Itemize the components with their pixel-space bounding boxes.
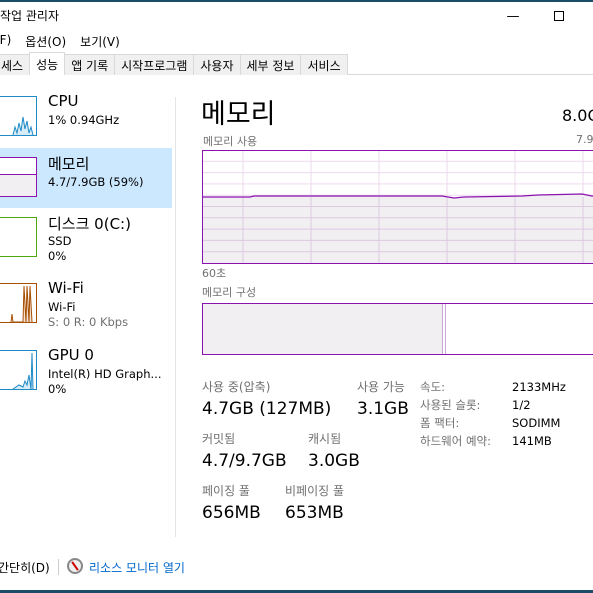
paged-pool-value: 656MB [202, 503, 261, 523]
menu-view[interactable]: 보기(V) [80, 33, 120, 50]
committed-label: 커밋됨 [202, 432, 236, 446]
menu-options[interactable]: 옵션(O) [25, 33, 66, 50]
nonpaged-pool-value: 653MB [285, 503, 344, 523]
sidebar-item-gpu[interactable]: GPU 0 Intel(R) HD Graph... 0% [0, 346, 172, 406]
open-resource-monitor-link[interactable]: 리소스 모니터 열기 [89, 559, 185, 576]
sidebar-wifi-throughput: S: 0 R: 0 Kbps [48, 315, 129, 329]
minimize-button[interactable]: — [490, 2, 536, 30]
footer-separator [58, 559, 59, 575]
menu-bar: (F) 옵션(O) 보기(V) [0, 33, 120, 50]
window-title: 작업 관리자 [0, 9, 60, 23]
composition-label: 메모리 구성 [202, 286, 257, 299]
sidebar-disk-usage: 0% [48, 249, 67, 263]
fewer-details-button[interactable]: 간단히(D) [0, 559, 50, 576]
memory-total: 8.0G [562, 106, 593, 125]
tab-details[interactable]: 세부 정보 [239, 54, 302, 75]
memory-details: 속도: 2133MHz 사용된 슬롯: 1/2 폼 팩터: SODIMM 하드웨어 예… [420, 378, 566, 450]
sidebar-gpu-usage: 0% [48, 382, 67, 396]
sidebar-gpu-name: GPU 0 [48, 346, 94, 364]
sidebar-item-wifi[interactable]: Wi-Fi Wi-Fi S: 0 R: 0 Kbps [0, 279, 172, 339]
gpu-thumbnail-graph [0, 350, 37, 390]
in-use-label: 사용 중(압축) [202, 380, 271, 394]
graph-time-label: 60초 [202, 267, 227, 280]
speed-value: 2133MHz [512, 380, 566, 394]
disk-thumbnail-graph [0, 217, 37, 257]
usage-graph-label: 메모리 사용 [203, 135, 258, 148]
available-value: 3.1GB [357, 399, 409, 419]
cached-value: 3.0GB [308, 451, 360, 471]
sidebar-disk-type: SSD [48, 234, 72, 248]
committed-value: 4.7/9.7GB [202, 451, 287, 471]
sidebar-cpu-usage: 1% 0.94GHz [48, 113, 120, 127]
sidebar-item-disk[interactable]: 디스크 0(C:) SSD 0% [0, 213, 172, 273]
sidebar-memory-name: 메모리 [48, 155, 90, 173]
maximize-icon [554, 11, 564, 21]
tab-processes[interactable]: 세스 [0, 54, 31, 75]
speed-label: 속도: [420, 380, 446, 394]
composition-modified[interactable] [445, 304, 446, 354]
tab-performance[interactable]: 성능 [29, 52, 66, 75]
menu-file[interactable]: (F) [0, 33, 11, 50]
slots-value: 1/2 [512, 398, 531, 412]
tab-startup[interactable]: 시작프로그램 [114, 54, 195, 75]
sidebar-wifi-name: Wi-Fi [48, 279, 84, 297]
page-title: 메모리 [201, 99, 276, 130]
cached-label: 캐시됨 [308, 432, 342, 446]
wifi-thumbnail-graph [0, 283, 37, 323]
form-factor-label: 폼 팩터: [420, 416, 460, 430]
sidebar-divider [175, 97, 176, 537]
cpu-thumbnail-graph [0, 96, 37, 136]
resource-monitor-icon [67, 558, 83, 574]
memory-composition-bar [202, 303, 593, 355]
sidebar-cpu-name: CPU [48, 92, 79, 110]
minimize-icon: — [506, 8, 520, 24]
sidebar-gpu-model: Intel(R) HD Graph... [48, 367, 162, 381]
memory-usage-graph [202, 150, 593, 264]
available-label: 사용 가능 [357, 380, 405, 394]
usage-graph-max: 7.9G [576, 133, 593, 146]
slots-label: 사용된 슬롯: [420, 398, 481, 412]
paged-pool-label: 페이징 풀 [202, 484, 250, 498]
nonpaged-pool-label: 비페이징 풀 [285, 484, 345, 498]
sidebar-memory-usage: 4.7/7.9GB (59%) [48, 175, 144, 189]
memory-thumbnail-graph [0, 157, 37, 197]
maximize-button[interactable] [536, 2, 582, 30]
tab-bar: 세스 성능 앱 기록 시작프로그램 사용자 세부 정보 서비스 [0, 52, 593, 75]
tab-services[interactable]: 서비스 [300, 54, 348, 75]
hardware-reserved-label: 하드웨어 예약: [420, 434, 492, 448]
tab-users[interactable]: 사용자 [193, 54, 241, 75]
in-use-value: 4.7GB (127MB) [202, 399, 332, 419]
sidebar-disk-name: 디스크 0(C:) [48, 215, 131, 233]
sidebar-item-memory[interactable]: 메모리 4.7/7.9GB (59%) [0, 148, 172, 208]
form-factor-value: SODIMM [512, 416, 561, 430]
tab-app-history[interactable]: 앱 기록 [64, 54, 116, 75]
sidebar-item-cpu[interactable]: CPU 1% 0.94GHz [0, 92, 172, 152]
hardware-reserved-value: 141MB [512, 434, 552, 448]
sidebar-wifi-adapter: Wi-Fi [48, 300, 76, 314]
composition-in-use[interactable] [203, 304, 443, 354]
